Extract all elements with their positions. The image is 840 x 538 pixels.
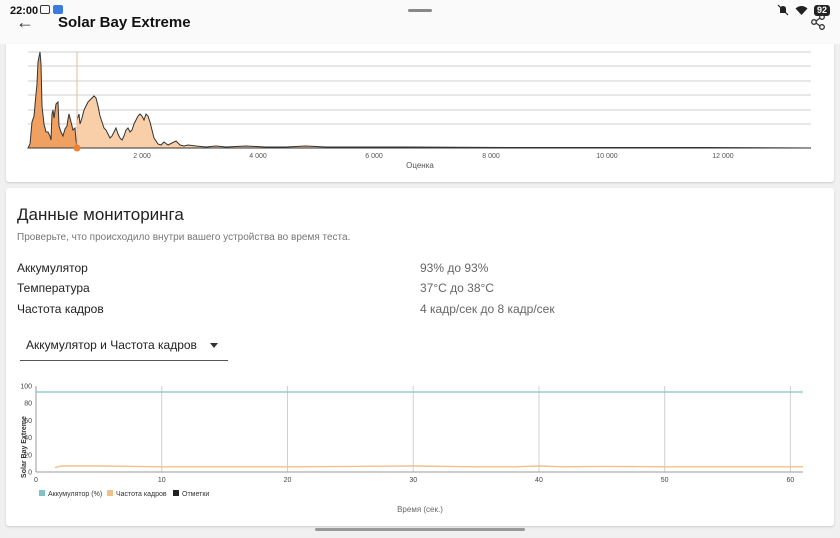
section-subtitle: Проверьте, что происходило внутри вашего…	[17, 232, 351, 243]
legend-label: Отметки	[182, 491, 209, 498]
gallery-icon	[40, 5, 50, 14]
monitoring-chart: 020406080100 0 10 20 30 40 50 60 Solar Bay Ext…	[20, 384, 803, 514]
x-tick-label: 0	[34, 477, 38, 484]
x-tick-label: 4 000	[249, 153, 267, 160]
temperature-label: Температура	[17, 281, 90, 295]
mute-icon	[777, 4, 789, 16]
chart-gridlines	[35, 386, 803, 473]
score-histogram: 2 000 4 000 6 000 8 000 10 000 12 000 Оц…	[27, 51, 812, 170]
chart-series	[36, 391, 803, 469]
x-tick-label: 12 000	[712, 153, 734, 160]
chart-x-axis-label: Время (сек.)	[397, 505, 443, 514]
metric-select[interactable]: Аккумулятор и Частота кадров	[20, 332, 228, 361]
score-marker-dot	[73, 144, 81, 152]
y-tick-label: 80	[24, 401, 32, 408]
dropdown-arrow-icon	[210, 343, 218, 348]
histogram-x-axis-label: Оценка	[406, 161, 434, 170]
x-tick-label: 60	[787, 477, 795, 484]
y-tick-label: 0	[28, 470, 32, 477]
x-tick-label: 8 000	[482, 153, 500, 160]
section-title: Данные мониторинга	[17, 205, 184, 224]
page-title: Solar Bay Extreme	[58, 14, 191, 31]
wifi-icon	[795, 5, 808, 15]
app-icon	[53, 5, 63, 14]
legend-label: Частота кадров	[116, 491, 167, 498]
framerate-value: 4 кадр/сек до 8 кадр/сек	[420, 302, 555, 316]
framerate-label: Частота кадров	[17, 302, 104, 316]
y-tick-label: 100	[20, 384, 32, 391]
legend-swatch-marks	[173, 490, 179, 496]
x-tick-label: 10 000	[596, 153, 618, 160]
score-distribution-card: 2 000 4 000 6 000 8 000 10 000 12 000 Оц…	[6, 44, 834, 182]
legend-swatch-framerate	[107, 490, 113, 496]
window-handle[interactable]	[408, 9, 432, 12]
x-tick-label: 6 000	[365, 153, 383, 160]
battery-value: 93% до 93%	[420, 261, 489, 275]
chart-x-ticks: 0 10 20 30 40 50 60	[34, 477, 794, 484]
x-tick-label: 2 000	[133, 153, 151, 160]
legend-swatch-battery	[39, 490, 45, 496]
x-tick-label: 40	[535, 477, 543, 484]
x-tick-label: 20	[284, 477, 292, 484]
metric-select-value: Аккумулятор и Частота кадров	[26, 338, 197, 352]
legend-label: Аккумулятор (%)	[48, 491, 102, 498]
chart-legend: Аккумулятор (%) Частота кадров Отметки	[39, 490, 209, 498]
histogram-bars	[27, 51, 812, 152]
status-bar: 22:00 92 ← Solar Bay Extreme	[0, 0, 840, 44]
x-tick-label: 50	[661, 477, 669, 484]
back-arrow-icon[interactable]: ←	[16, 12, 34, 33]
notification-icons	[40, 5, 63, 14]
temperature-value: 37°C до 38°C	[420, 281, 494, 295]
x-tick-label: 30	[409, 477, 417, 484]
navigation-pill[interactable]	[315, 528, 525, 531]
x-tick-label: 10	[158, 477, 166, 484]
histogram-x-ticks: 2 000 4 000 6 000 8 000 10 000 12 000	[133, 153, 734, 160]
series-line-1	[54, 465, 803, 469]
chart-y-axis-label: Solar Bay Extreme	[21, 416, 28, 478]
battery-label: Аккумулятор	[17, 261, 88, 275]
share-icon[interactable]	[810, 14, 826, 30]
monitoring-card: Данные мониторинга Проверьте, что происх…	[6, 188, 834, 526]
histogram-light-area	[76, 95, 812, 149]
